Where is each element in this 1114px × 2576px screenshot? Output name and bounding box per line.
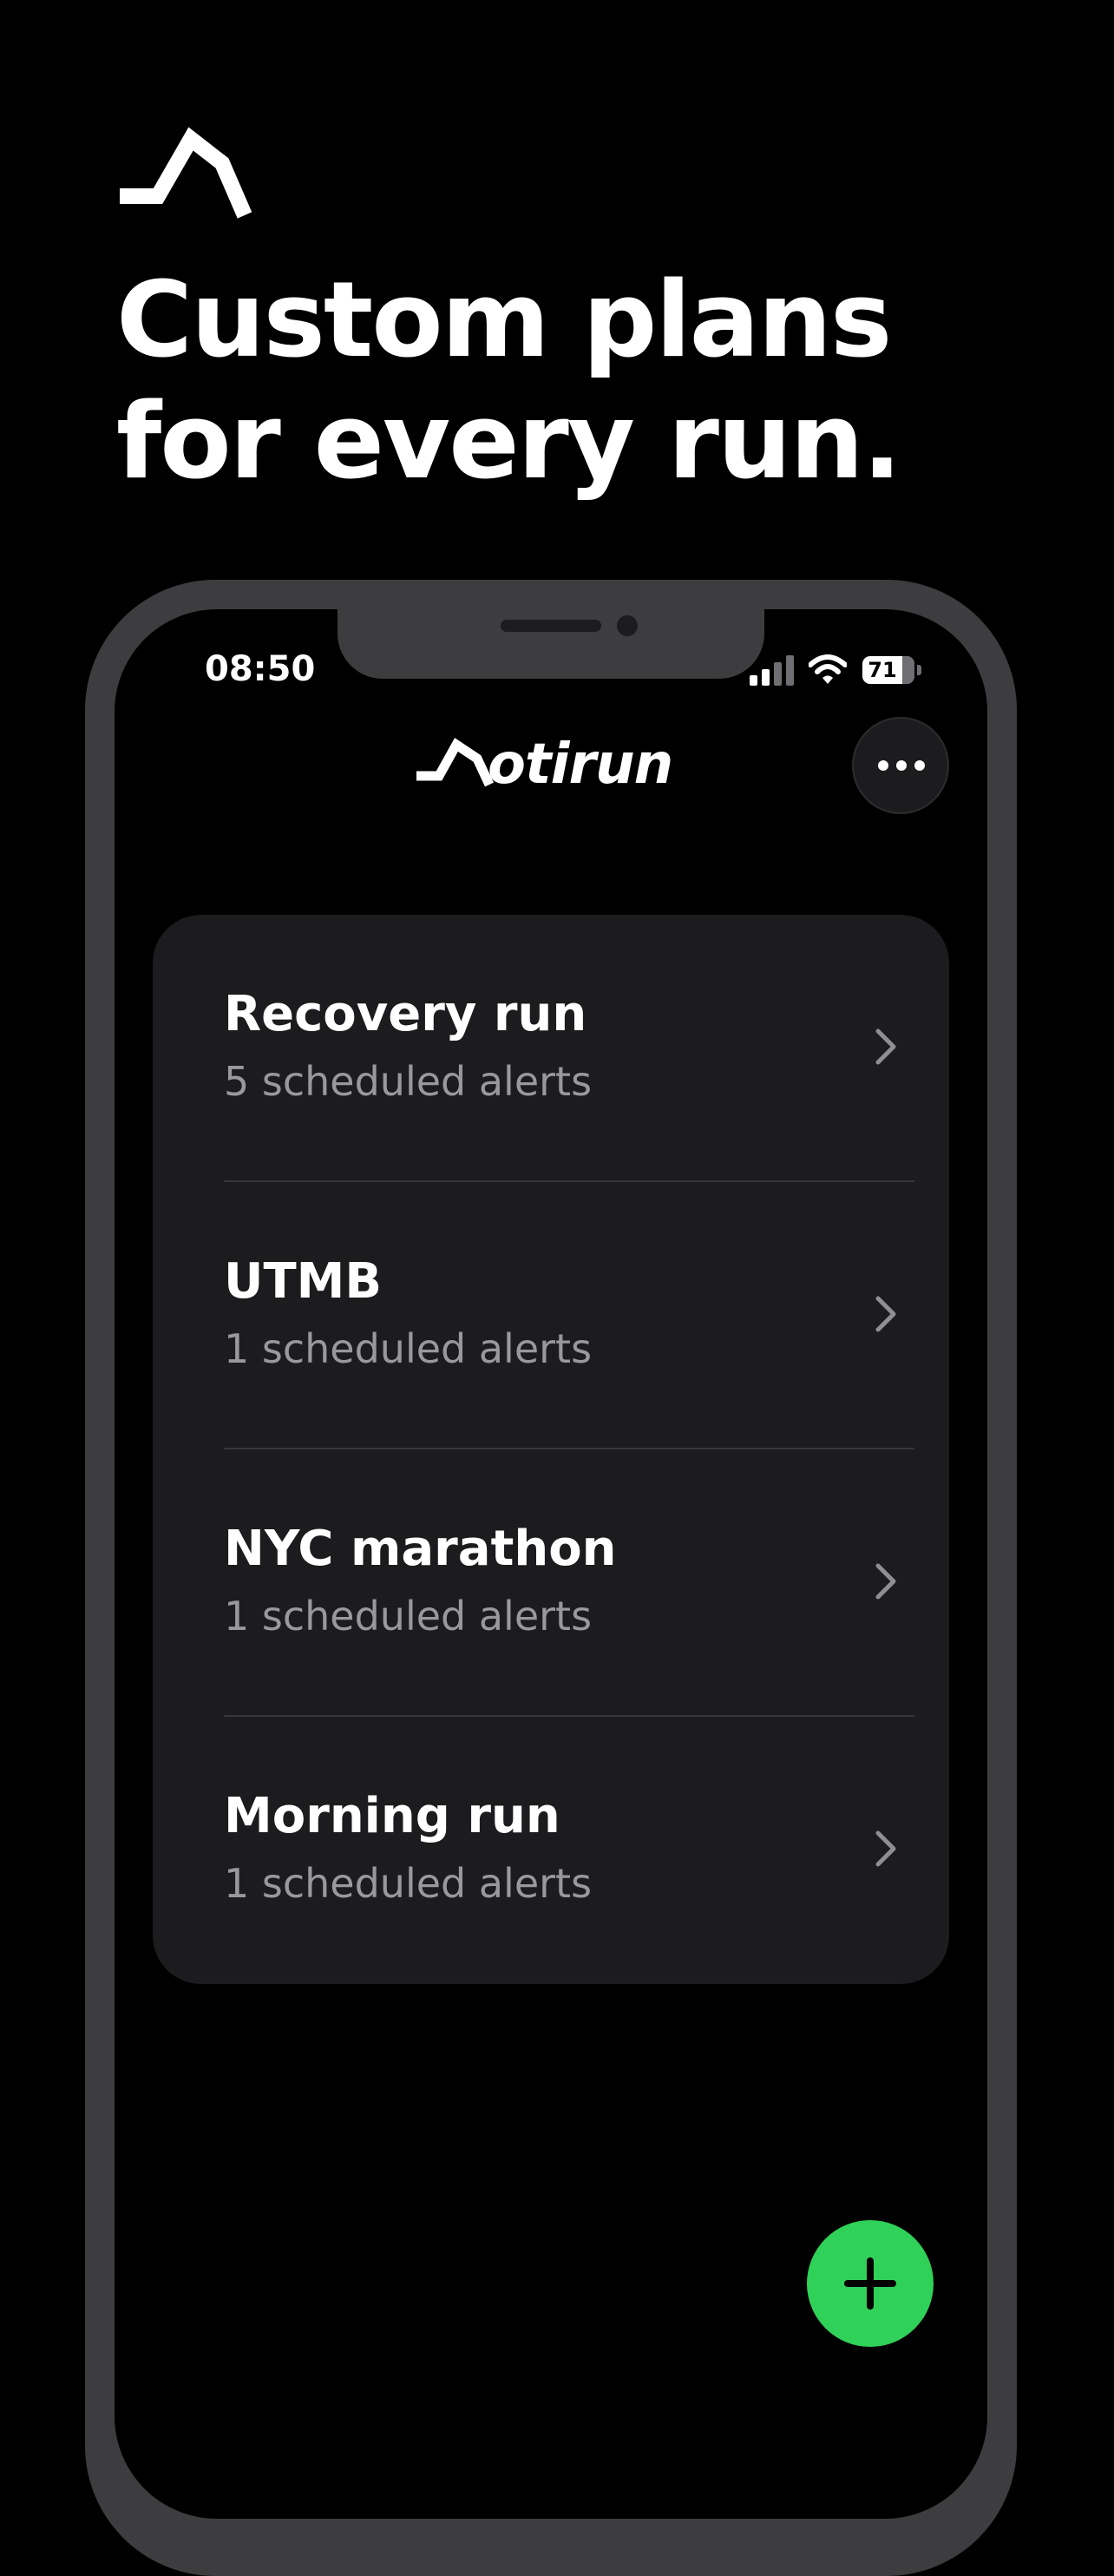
- speaker-grille: [501, 620, 601, 632]
- plan-alert-count: 1 scheduled alerts: [224, 1325, 593, 1372]
- plus-icon: [844, 2257, 896, 2310]
- add-plan-button[interactable]: [807, 2220, 934, 2347]
- chevron-right-icon: [875, 1830, 896, 1867]
- battery-icon: 71: [862, 654, 923, 686]
- chevron-right-icon: [875, 1296, 896, 1332]
- plan-title: Morning run: [224, 1788, 560, 1844]
- app-brand-name: otirun: [488, 733, 673, 797]
- more-options-button[interactable]: [852, 717, 949, 814]
- headline-line-2: for every run.: [116, 382, 901, 503]
- plan-title: UTMB: [224, 1253, 383, 1310]
- wifi-icon: [809, 654, 847, 684]
- phone-screen: 08:50 71 otirun Recovery run 5 scheduled…: [115, 609, 987, 2519]
- plan-title: Recovery run: [224, 986, 587, 1042]
- plan-row-recovery-run[interactable]: Recovery run 5 scheduled alerts: [153, 915, 949, 1182]
- battery-level: 71: [868, 658, 897, 682]
- status-icons: 71: [750, 654, 923, 686]
- plan-alert-count: 5 scheduled alerts: [224, 1058, 593, 1105]
- brand-logo-icon: [115, 127, 257, 220]
- plan-alert-count: 1 scheduled alerts: [224, 1860, 593, 1907]
- chevron-right-icon: [875, 1028, 896, 1065]
- plan-row-nyc-marathon[interactable]: NYC marathon 1 scheduled alerts: [153, 1449, 949, 1717]
- battery-empty-portion: [902, 656, 914, 684]
- front-camera: [617, 615, 638, 636]
- battery-cap: [917, 665, 921, 675]
- status-time: 08:50: [205, 649, 316, 689]
- plan-title: NYC marathon: [224, 1521, 617, 1577]
- app-logo: otirun: [413, 731, 691, 800]
- plans-list: Recovery run 5 scheduled alerts UTMB 1 s…: [153, 915, 949, 1984]
- app-logo-mark-icon: [416, 738, 494, 787]
- battery-body: 71: [862, 656, 914, 684]
- headline: Custom plans for every run.: [116, 260, 901, 503]
- chevron-right-icon: [875, 1563, 896, 1600]
- cellular-signal-icon: [750, 655, 794, 686]
- plan-row-morning-run[interactable]: Morning run 1 scheduled alerts: [153, 1717, 949, 1984]
- plan-row-utmb[interactable]: UTMB 1 scheduled alerts: [153, 1182, 949, 1449]
- plan-alert-count: 1 scheduled alerts: [224, 1593, 593, 1640]
- ellipsis-icon: [878, 760, 925, 771]
- headline-line-1: Custom plans: [116, 260, 892, 381]
- phone-notch: [337, 609, 764, 679]
